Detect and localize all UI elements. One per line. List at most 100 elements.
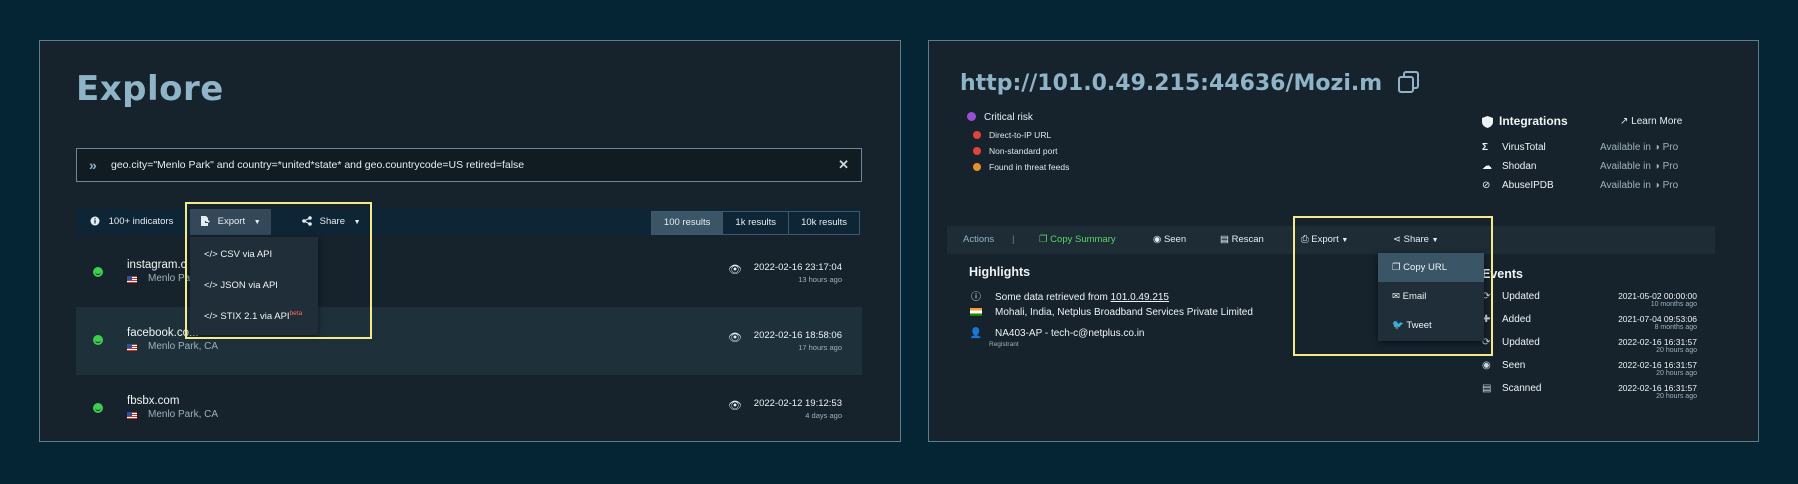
chevrons-right-icon: » [89, 157, 97, 173]
risk-flag: Found in threat feeds [973, 162, 1069, 172]
copy-summary-label: Copy Summary [1050, 234, 1116, 245]
highlight-location: Mohali, India, Netplus Broadband Service… [969, 307, 1253, 318]
copy-icon[interactable] [1397, 71, 1420, 93]
row-ago: 13 hours ago [798, 275, 842, 284]
eye-icon: 👁 [728, 400, 742, 412]
highlight-box [1293, 216, 1493, 356]
url-detail-panel: http://101.0.49.215:44636/Mozi.m Critica… [928, 40, 1759, 442]
highlight-data-source: ⓘ Some data retrieved from 101.0.49.215 [969, 288, 1169, 303]
event-time: 2022-02-16 16:31:57 [1618, 337, 1697, 347]
scan-icon: ▤ [1482, 383, 1492, 394]
data-source-link[interactable]: 101.0.49.215 [1111, 292, 1169, 303]
actions-label: Actions [963, 234, 995, 245]
indicators-label: 100+ indicators [108, 216, 174, 227]
safe-smiley-icon [93, 403, 103, 413]
row-domain[interactable]: instagram.c [127, 259, 186, 271]
event-ago: 20 hours ago [1656, 393, 1697, 400]
flag-label: Direct-to-IP URL [989, 130, 1052, 140]
safe-smiley-icon [93, 267, 103, 277]
highlights-heading: Highlights [969, 265, 1031, 279]
row-ago: 4 days ago [805, 411, 842, 420]
event-label: Updated [1502, 291, 1540, 302]
row-timestamp: 2022-02-12 19:12:53 [753, 398, 842, 409]
registrant-label: Registrant [989, 341, 1019, 348]
us-flag-icon [127, 276, 137, 283]
highlight-registrant: 👤 NA403-AP - tech-c@netplus.co.in [969, 328, 1145, 339]
integration-availability: Available in ◑ Pro [1600, 180, 1679, 191]
eye-icon: 👁 [728, 264, 742, 276]
registrant-text: NA403-AP - tech-c@netplus.co.in [995, 328, 1145, 339]
row-domain[interactable]: fbsbx.com [127, 395, 179, 407]
row-location: Menlo Park, CA [148, 409, 219, 420]
user-icon: 👤 [969, 328, 983, 339]
event-label: Scanned [1502, 383, 1542, 394]
results-100-button[interactable]: 100 results [651, 212, 723, 234]
virustotal-icon: Σ [1482, 142, 1489, 153]
eye-icon: ◉ [1482, 360, 1491, 371]
shield-icon [1482, 115, 1493, 128]
url-text: http://101.0.49.215:44636/Mozi.m [960, 71, 1383, 96]
integrations-heading: Integrations [1482, 114, 1568, 128]
url-title: http://101.0.49.215:44636/Mozi.m [960, 71, 1420, 96]
results-1k-button[interactable]: 1k results [722, 212, 788, 234]
search-bar[interactable]: » geo.city="Menlo Park" and country=*uni… [76, 148, 862, 182]
event-label: Updated [1502, 337, 1540, 348]
integrations-title: Integrations [1499, 114, 1568, 128]
event-ago: 20 hours ago [1656, 347, 1697, 354]
event-label: Added [1502, 314, 1531, 325]
clear-search-icon[interactable]: ✕ [838, 157, 849, 173]
integration-name: Shodan [1502, 161, 1537, 172]
flag-dot-icon [973, 147, 981, 155]
copy-summary-button[interactable]: ❐ Copy Summary [1039, 226, 1116, 254]
table-row[interactable]: fbsbx.com Menlo Park, CA 👁 2022-02-12 19… [76, 375, 862, 441]
india-flag-icon [969, 307, 983, 318]
rescan-label: Rescan [1231, 234, 1264, 245]
flag-label: Found in threat feeds [989, 162, 1070, 172]
event-label: Seen [1502, 360, 1526, 371]
location-text: Mohali, India, Netplus Broadband Service… [995, 307, 1253, 318]
event-time: 2022-02-16 16:31:57 [1618, 360, 1697, 370]
external-link-icon: ↗ [1620, 116, 1629, 127]
search-query[interactable]: geo.city="Menlo Park" and country=*unite… [111, 159, 524, 171]
event-time: 2021-07-04 09:53:06 [1618, 314, 1697, 324]
info-icon: ⓘ [971, 292, 981, 303]
event-ago: 20 hours ago [1656, 370, 1697, 377]
learn-more-link[interactable]: ↗ Learn More [1620, 116, 1682, 127]
copy-icon: ❐ [1039, 234, 1048, 245]
risk-label: Critical risk [984, 112, 1033, 123]
us-flag-icon [127, 412, 137, 419]
seen-label: Seen [1163, 234, 1187, 245]
risk-flag: Non-standard port [973, 146, 1058, 156]
row-timestamp: 2022-02-16 23:17:04 [753, 262, 842, 273]
explore-panel: Explore » geo.city="Menlo Park" and coun… [39, 40, 901, 442]
scan-icon: ▤ [1220, 234, 1229, 245]
risk-flag: Direct-to-IP URL [973, 130, 1051, 140]
results-10k-button[interactable]: 10k results [788, 212, 859, 234]
event-time: 2022-02-16 16:31:57 [1618, 383, 1697, 393]
integration-availability: Available in ◑ Pro [1600, 161, 1679, 172]
flag-label: Non-standard port [989, 146, 1058, 156]
abuseipdb-icon: ⊘ [1482, 180, 1491, 191]
eye-icon: ◉ [1153, 234, 1162, 245]
indicators-count[interactable]: 100+ indicators [90, 209, 173, 235]
seen-button[interactable]: ◉ Seen [1153, 226, 1186, 254]
row-location: Menlo Park, CA [148, 341, 219, 352]
pro-shield-icon: ◑ [1653, 180, 1660, 191]
flag-dot-icon [973, 131, 981, 139]
rescan-button[interactable]: ▤ Rescan [1220, 226, 1264, 254]
row-location: Menlo Pa [148, 273, 191, 284]
flag-dot-icon [973, 163, 981, 171]
shodan-icon: ☁ [1482, 161, 1492, 172]
info-icon [90, 216, 100, 226]
integration-availability: Available in ◑ Pro [1600, 142, 1679, 153]
page-title: Explore [76, 69, 224, 109]
row-timestamp: 2022-02-16 18:58:06 [753, 330, 842, 341]
divider: | [1012, 234, 1015, 245]
results-size-group: 100 results 1k results 10k results [650, 211, 860, 235]
safe-smiley-icon [93, 335, 103, 345]
data-source-prefix: Some data retrieved from [995, 292, 1108, 303]
pro-shield-icon: ◑ [1653, 161, 1660, 172]
highlight-box [185, 202, 372, 339]
risk-level: Critical risk [967, 112, 1033, 123]
row-ago: 17 hours ago [798, 343, 842, 352]
